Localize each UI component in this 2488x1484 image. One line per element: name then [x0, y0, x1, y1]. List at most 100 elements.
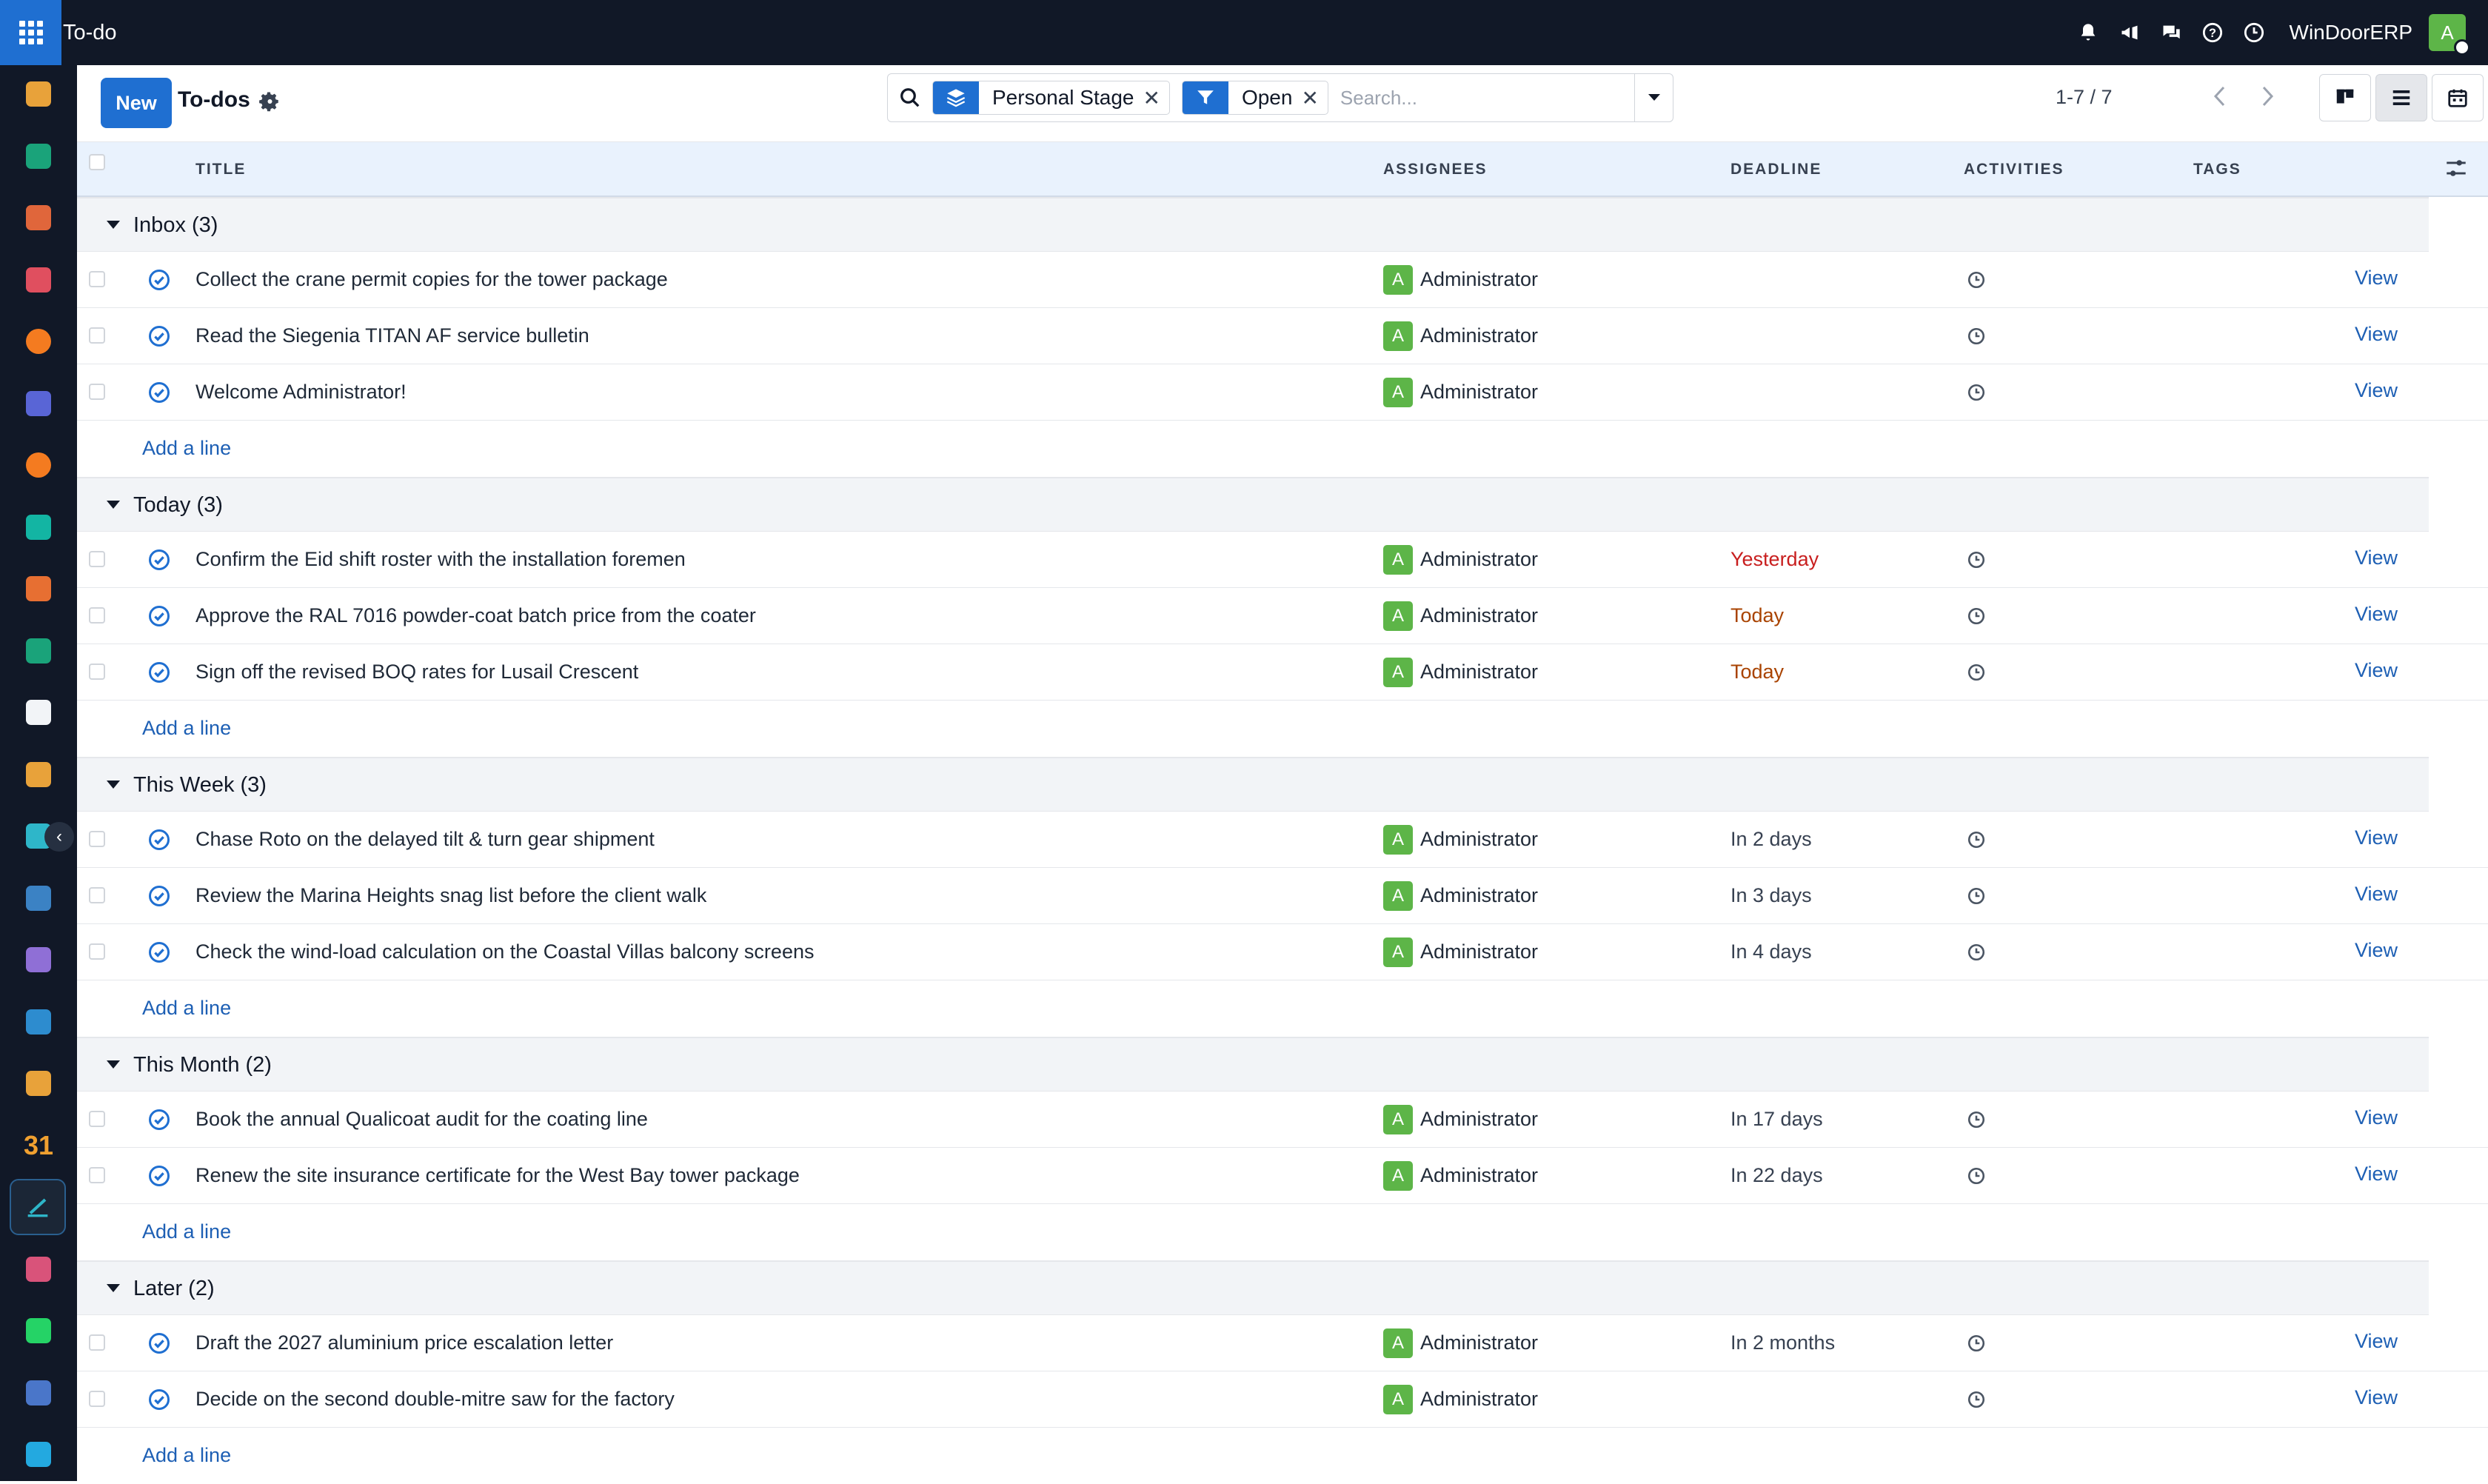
facet-filter[interactable]: Open ✕	[1181, 81, 1328, 115]
activity-clock-icon[interactable]	[1967, 943, 1986, 962]
add-a-line-link[interactable]: Add a line	[142, 1444, 231, 1467]
column-header-title[interactable]: TITLE	[195, 161, 246, 178]
table-row[interactable]: Book the annual Qualicoat audit for the …	[77, 1092, 2488, 1148]
table-row[interactable]: Chase Roto on the delayed tilt & turn ge…	[77, 812, 2488, 868]
sidebar-app[interactable]	[22, 1253, 55, 1286]
sidebar-app[interactable]	[22, 387, 55, 420]
row-checkbox[interactable]	[89, 1167, 105, 1183]
table-row[interactable]: Confirm the Eid shift roster with the in…	[77, 532, 2488, 588]
new-button[interactable]: New	[101, 78, 172, 128]
list-view-button[interactable]	[2375, 74, 2427, 121]
messages-chat-icon[interactable]	[2150, 0, 2192, 65]
group-header[interactable]: Later (2)	[77, 1260, 2429, 1315]
pager-next-button[interactable]	[2245, 74, 2290, 118]
add-a-line-link[interactable]: Add a line	[142, 997, 231, 1020]
activity-clock-icon[interactable]	[2233, 0, 2275, 65]
activity-clock-icon[interactable]	[1967, 663, 1986, 682]
column-header-activities[interactable]: ACTIVITIES	[1964, 161, 2064, 178]
mark-done-check-icon[interactable]	[148, 1165, 170, 1187]
sidebar-app[interactable]	[22, 201, 55, 234]
table-row[interactable]: Draft the 2027 aluminium price escalatio…	[77, 1315, 2488, 1371]
row-checkbox[interactable]	[89, 1111, 105, 1127]
activity-clock-icon[interactable]	[1967, 1166, 1986, 1186]
sidebar-app[interactable]	[22, 1067, 55, 1100]
view-link[interactable]: View	[2355, 547, 2398, 569]
search-icon[interactable]	[888, 87, 932, 109]
table-row[interactable]: Sign off the revised BOQ rates for Lusai…	[77, 644, 2488, 701]
view-link[interactable]: View	[2355, 1106, 2398, 1129]
group-header[interactable]: Inbox (3)	[77, 197, 2429, 252]
sidebar-app[interactable]	[22, 635, 55, 667]
activity-clock-icon[interactable]	[1967, 1390, 1986, 1409]
sidebar-app[interactable]	[22, 78, 55, 110]
mark-done-check-icon[interactable]	[148, 1388, 170, 1411]
gear-icon[interactable]	[258, 90, 280, 113]
select-all-checkbox[interactable]	[89, 154, 105, 170]
kanban-view-button[interactable]	[2319, 74, 2371, 121]
table-row[interactable]: Check the wind-load calculation on the C…	[77, 924, 2488, 980]
mark-done-check-icon[interactable]	[148, 381, 170, 404]
table-row[interactable]: Review the Marina Heights snag list befo…	[77, 868, 2488, 924]
activity-clock-icon[interactable]	[1967, 606, 1986, 626]
row-checkbox[interactable]	[89, 1391, 105, 1407]
activity-clock-icon[interactable]	[1967, 830, 1986, 849]
sidebar-app-active[interactable]	[10, 1179, 66, 1235]
sidebar-app[interactable]	[22, 572, 55, 605]
column-header-tags[interactable]: TAGS	[2193, 161, 2241, 178]
pager-value[interactable]: 1-7 / 7	[2056, 86, 2113, 109]
table-row[interactable]: Decide on the second double-mitre saw fo…	[77, 1371, 2488, 1428]
view-link[interactable]: View	[2355, 826, 2398, 849]
notification-bell-icon[interactable]	[2067, 0, 2109, 65]
sidebar-app[interactable]	[22, 1377, 55, 1409]
app-menu-button[interactable]	[0, 0, 61, 65]
activity-clock-icon[interactable]	[1967, 1110, 1986, 1129]
sidebar-app[interactable]	[22, 758, 55, 791]
column-header-assignees[interactable]: ASSIGNEES	[1383, 161, 1488, 178]
table-row[interactable]: Collect the crane permit copies for the …	[77, 252, 2488, 308]
table-row[interactable]: Approve the RAL 7016 powder-coat batch p…	[77, 588, 2488, 644]
sidebar-app[interactable]: 31	[22, 1129, 55, 1162]
mark-done-check-icon[interactable]	[148, 1332, 170, 1354]
sidebar-app[interactable]	[22, 943, 55, 976]
announcement-megaphone-icon[interactable]	[2109, 0, 2150, 65]
row-checkbox[interactable]	[89, 607, 105, 624]
mark-done-check-icon[interactable]	[148, 605, 170, 627]
sidebar-app[interactable]	[22, 1314, 55, 1347]
mark-done-check-icon[interactable]	[148, 549, 170, 571]
group-header[interactable]: Today (3)	[77, 477, 2429, 532]
activity-clock-icon[interactable]	[1967, 383, 1986, 402]
sidebar-app[interactable]	[22, 140, 55, 173]
view-link[interactable]: View	[2355, 603, 2398, 626]
facet-group-by[interactable]: Personal Stage ✕	[932, 81, 1170, 115]
group-header[interactable]: This Week (3)	[77, 757, 2429, 812]
sidebar-app[interactable]	[22, 511, 55, 544]
activity-clock-icon[interactable]	[1967, 1334, 1986, 1353]
row-checkbox[interactable]	[89, 384, 105, 400]
sidebar-app[interactable]	[22, 696, 55, 729]
column-header-deadline[interactable]: DEADLINE	[1730, 161, 1822, 178]
view-link[interactable]: View	[2355, 1386, 2398, 1409]
help-icon[interactable]: ?	[2192, 0, 2233, 65]
row-checkbox[interactable]	[89, 551, 105, 567]
view-link[interactable]: View	[2355, 1330, 2398, 1353]
view-link[interactable]: View	[2355, 659, 2398, 682]
table-row[interactable]: Renew the site insurance certificate for…	[77, 1148, 2488, 1204]
sidebar-app[interactable]	[22, 264, 55, 296]
mark-done-check-icon[interactable]	[148, 325, 170, 347]
view-link[interactable]: View	[2355, 323, 2398, 346]
mark-done-check-icon[interactable]	[148, 1109, 170, 1131]
activity-clock-icon[interactable]	[1967, 327, 1986, 346]
company-switcher[interactable]: WinDoorERP	[2290, 21, 2412, 44]
mark-done-check-icon[interactable]	[148, 269, 170, 291]
sidebar-app[interactable]	[22, 325, 55, 358]
pager-previous-button[interactable]	[2198, 74, 2242, 118]
view-link[interactable]: View	[2355, 267, 2398, 290]
search-options-toggle[interactable]	[1634, 74, 1673, 121]
row-checkbox[interactable]	[89, 271, 105, 287]
remove-facet-close-icon[interactable]: ✕	[1301, 86, 1327, 110]
row-checkbox[interactable]	[89, 664, 105, 680]
mark-done-check-icon[interactable]	[148, 941, 170, 963]
sidebar-app[interactable]	[22, 1438, 55, 1471]
view-link[interactable]: View	[2355, 883, 2398, 906]
add-a-line-link[interactable]: Add a line	[142, 717, 231, 740]
